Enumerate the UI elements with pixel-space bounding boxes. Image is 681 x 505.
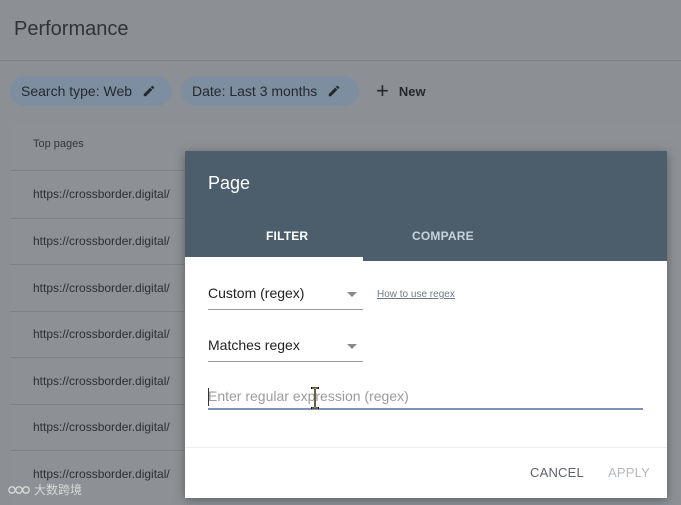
tab-filter[interactable]: FILTER [266,229,308,243]
ibeam-cursor-icon [311,387,319,409]
row-divider [10,357,210,358]
row-divider [10,404,210,405]
new-filter-label: New [398,83,426,99]
watermark: 大数跨境 [8,481,82,498]
text-cursor [208,388,209,406]
active-tab-indicator [185,257,363,261]
dropdown-caret-icon [347,344,357,349]
date-range-chip[interactable]: Date: Last 3 months [181,76,359,106]
cancel-button[interactable]: CANCEL [530,465,584,480]
match-type-value: Matches regex [208,337,300,353]
row-divider [10,170,210,171]
table-row[interactable]: https://crossborder.digital/ [33,281,183,295]
regex-input[interactable] [208,386,643,406]
watermark-logo-icon [8,485,30,494]
pencil-icon [329,85,340,97]
table-row[interactable]: https://crossborder.digital/ [33,327,183,341]
regex-input-field[interactable] [208,386,643,410]
page-title: Performance [14,18,129,40]
dialog-title: Page [208,173,251,193]
dialog-footer-divider [185,447,667,448]
search-type-chip-label: Search type: Web [21,83,133,99]
watermark-text: 大数跨境 [34,483,83,497]
dropdown-caret-icon [347,292,357,297]
table-row[interactable]: https://crossborder.digital/ [33,374,183,388]
row-divider [10,450,210,451]
new-filter-button[interactable]: + New [376,80,426,102]
tab-compare[interactable]: COMPARE [412,229,474,243]
table-header-top-pages: Top pages [33,138,84,150]
match-type-select[interactable]: Matches regex [208,337,363,362]
search-type-chip[interactable]: Search type: Web [10,76,172,106]
apply-button[interactable]: APPLY [608,465,650,480]
table-row[interactable]: https://crossborder.digital/ [33,234,183,248]
page-filter-dialog: Page FILTER COMPARE Custom (regex) How t… [185,151,667,498]
row-divider [10,218,210,219]
plus-icon: + [376,78,389,103]
filter-type-select[interactable]: Custom (regex) [208,285,363,310]
table-row[interactable]: https://crossborder.digital/ [33,187,183,201]
pencil-icon [143,85,155,97]
table-row[interactable]: https://crossborder.digital/ [33,467,183,481]
header-divider [0,60,681,61]
dialog-header [185,151,667,261]
row-divider [10,311,210,312]
date-range-chip-label: Date: Last 3 months [192,83,318,99]
filter-type-value: Custom (regex) [208,285,305,301]
regex-help-link[interactable]: How to use regex [377,289,455,300]
row-divider [10,264,210,265]
table-row[interactable]: https://crossborder.digital/ [33,420,183,434]
